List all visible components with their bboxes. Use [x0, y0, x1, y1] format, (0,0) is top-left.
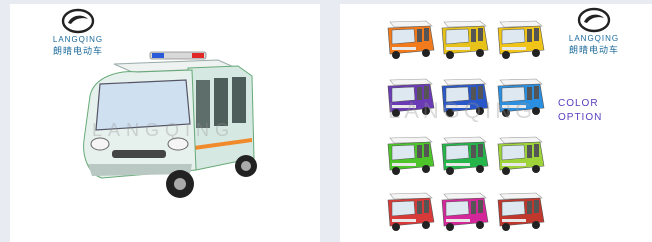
color-swatch-vehicle [387, 192, 435, 231]
color-swatch-vehicle [441, 136, 489, 175]
color-option-label: COLOR OPTION [558, 97, 602, 125]
brand-name: LANGQING [52, 35, 104, 44]
brand-logo-icon [577, 7, 611, 33]
color-swatch-vehicle [497, 136, 545, 175]
watermark-text: LANGQING [92, 120, 236, 140]
brand-chinese-name: 朗晴电动车 [568, 46, 619, 56]
watermark-text: LANGQING [388, 98, 537, 123]
color-swatch-vehicle [441, 192, 489, 231]
right-color-panel: LANGQING LANGQING 朗晴电动车 COLOR OPTION [340, 4, 652, 242]
color-option-line1: COLOR [558, 98, 599, 109]
color-swatch-vehicle [497, 192, 545, 231]
brand-name: LANGQING [568, 34, 620, 43]
color-swatch-vehicle [387, 136, 435, 175]
color-swatch-vehicle [497, 20, 545, 59]
color-swatch-vehicle [387, 20, 435, 59]
color-option-line2: OPTION [558, 112, 603, 123]
brand-logo: LANGQING 朗晴电动车 [563, 7, 625, 56]
brand-logo-icon [61, 8, 95, 34]
color-swatch-vehicle [441, 20, 489, 59]
left-product-panel: LANGQING 朗晴电动车 LANGQING [10, 4, 320, 242]
